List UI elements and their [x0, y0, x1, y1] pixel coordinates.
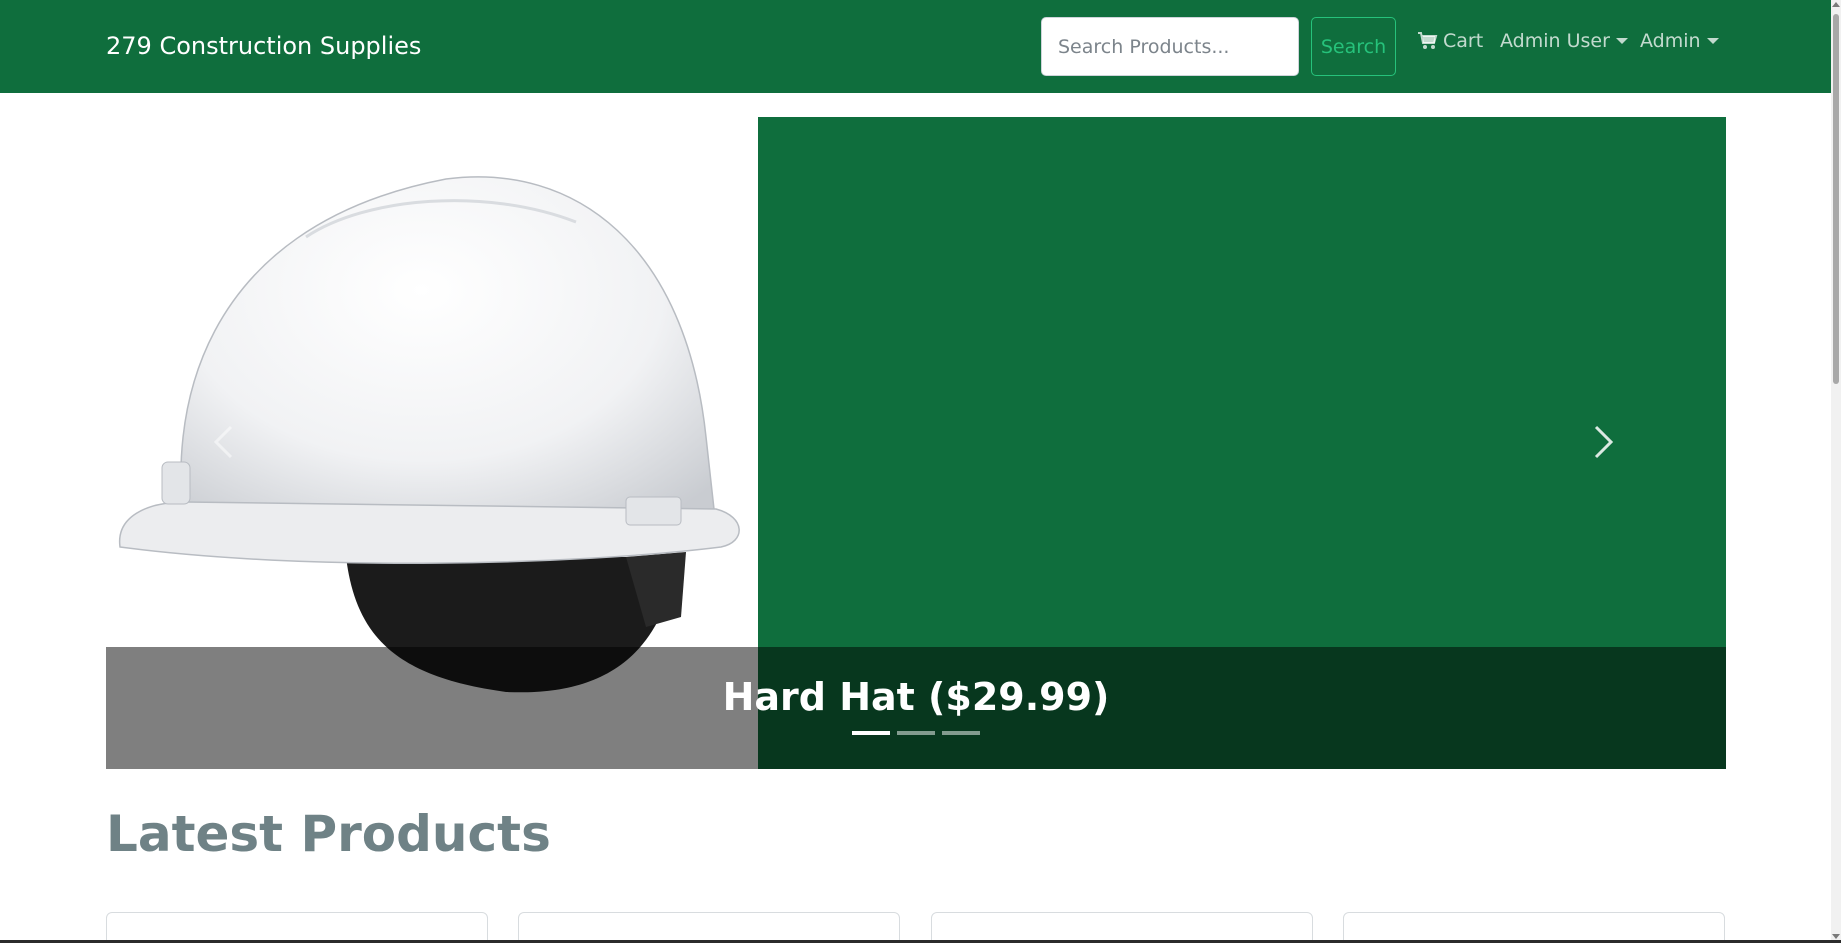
product-carousel: Hard Hat ($29.99) [106, 117, 1726, 769]
carousel-next-button[interactable] [1576, 417, 1626, 467]
caret-down-icon [1615, 38, 1628, 44]
carousel-indicator-2[interactable] [897, 731, 935, 735]
search-input[interactable] [1041, 17, 1299, 76]
user-menu-dropdown[interactable]: Admin User [1500, 30, 1628, 52]
user-menu-label: Admin User [1500, 30, 1610, 52]
page-scrollbar[interactable] [1831, 0, 1841, 943]
brand-link[interactable]: 279 Construction Supplies [106, 32, 421, 60]
scroll-up-icon[interactable] [1832, 2, 1840, 7]
carousel-indicators [106, 731, 1726, 737]
product-card[interactable] [931, 912, 1313, 943]
cart-icon [1418, 32, 1438, 49]
admin-menu-label: Admin [1640, 30, 1701, 52]
top-navbar: 279 Construction Supplies Search Cart Ad… [0, 0, 1831, 93]
scroll-down-icon[interactable] [1832, 934, 1840, 939]
carousel-indicator-1[interactable] [852, 731, 890, 735]
product-card[interactable] [106, 912, 488, 943]
search-button[interactable]: Search [1311, 17, 1396, 76]
product-card[interactable] [1343, 912, 1725, 943]
carousel-indicator-3[interactable] [942, 731, 980, 735]
admin-menu-dropdown[interactable]: Admin [1640, 30, 1719, 52]
cart-link[interactable]: Cart [1417, 30, 1483, 52]
section-title: Latest Products [106, 805, 551, 863]
scroll-thumb[interactable] [1833, 14, 1839, 384]
carousel-prev-button[interactable] [201, 417, 251, 467]
carousel-caption[interactable]: Hard Hat ($29.99) [106, 675, 1726, 719]
cart-label: Cart [1443, 30, 1484, 52]
caret-down-icon [1706, 38, 1719, 44]
product-card[interactable] [518, 912, 900, 943]
